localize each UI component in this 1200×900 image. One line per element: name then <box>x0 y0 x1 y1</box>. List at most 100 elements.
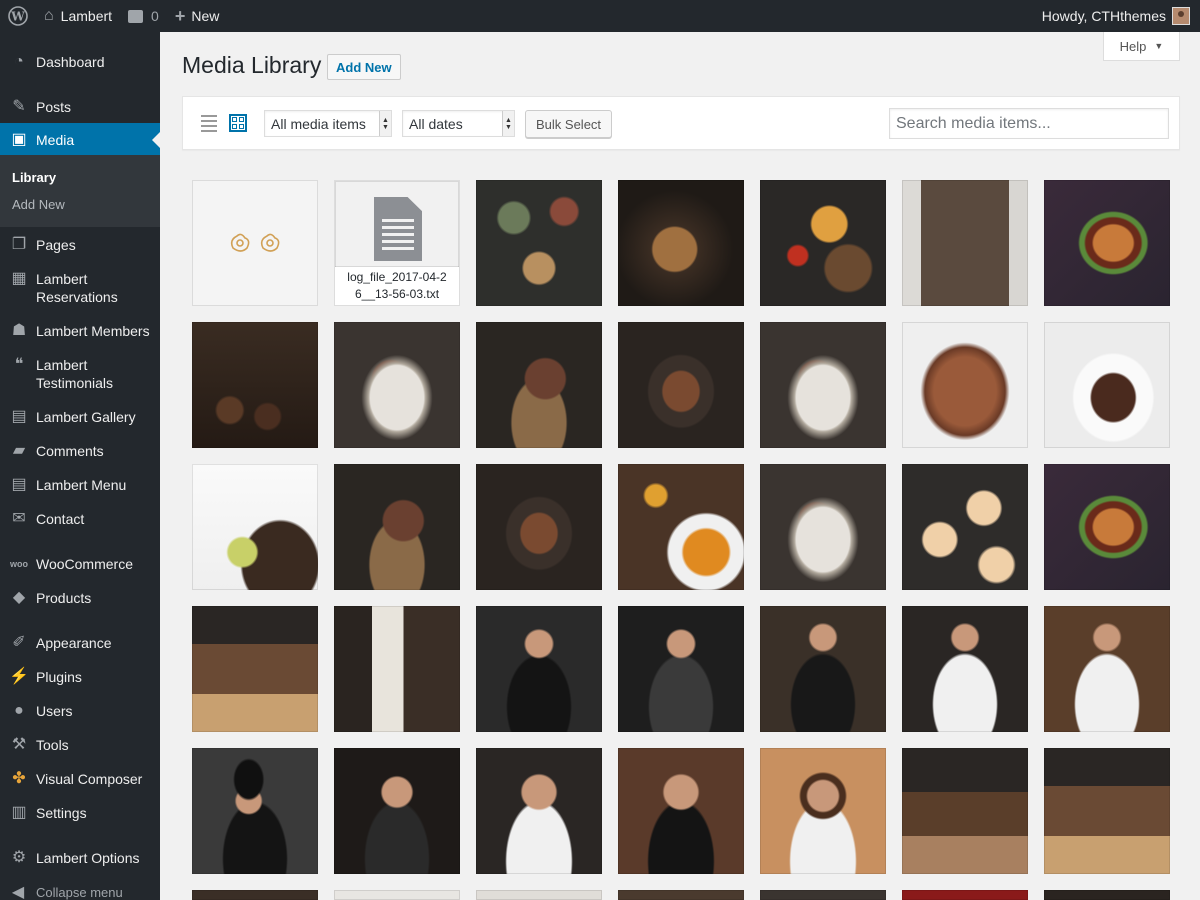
media-item-food-photo[interactable] <box>476 322 602 448</box>
list-view-icon[interactable] <box>201 115 217 132</box>
comments-link[interactable]: 0 <box>120 0 167 32</box>
media-item-restaurant-interior-photo[interactable] <box>1044 748 1170 874</box>
new-content-link[interactable]: + New <box>167 0 228 32</box>
sidebar-item-comments[interactable]: ▰ Comments <box>0 442 160 460</box>
document-icon <box>374 197 422 261</box>
dashboard-icon: ◔ <box>14 53 24 70</box>
greeting: Howdy, CTHthemes <box>1041 8 1166 24</box>
media-item-food-photo[interactable] <box>476 464 602 590</box>
media-item-logo[interactable] <box>192 180 318 306</box>
media-item-chef-portrait[interactable] <box>618 606 744 732</box>
media-item-food-photo[interactable] <box>334 322 460 448</box>
admin-sidebar: ◔ Dashboard ✎ Posts ▣ Media Library Add … <box>0 32 160 900</box>
sidebar-item-dashboard[interactable]: ◔ Dashboard <box>0 53 160 71</box>
wordpress-logo-icon[interactable]: W <box>0 0 36 32</box>
sidebar-item-settings[interactable]: ▥ Settings <box>0 804 160 822</box>
media-item-photo[interactable] <box>1044 890 1170 900</box>
sidebar-item-lambert-members[interactable]: ☗ Lambert Members <box>0 322 160 340</box>
sidebar-item-lambert-options[interactable]: ⚙ Lambert Options <box>0 849 160 867</box>
site-name: Lambert <box>60 8 113 24</box>
date-filter-value: All dates <box>409 115 463 132</box>
media-item-food-photo[interactable] <box>192 322 318 448</box>
sidebar-item-plugins[interactable]: ⚡ Plugins <box>0 668 160 686</box>
collapse-menu-button[interactable]: ◀ Collapse menu <box>0 882 160 900</box>
sidebar-item-visual-composer[interactable]: ✤ Visual Composer <box>0 770 160 788</box>
sidebar-item-tools[interactable]: ⚒ Tools <box>0 736 160 754</box>
media-item-restaurant-interior-photo[interactable] <box>192 606 318 732</box>
search-input[interactable] <box>889 108 1169 139</box>
plus-icon: + <box>174 5 186 26</box>
submenu-add-new[interactable]: Add New <box>12 197 65 212</box>
sidebar-item-posts[interactable]: ✎ Posts <box>0 98 160 116</box>
media-item-food-photo[interactable] <box>902 322 1028 448</box>
help-tab-button[interactable]: Help ▼ <box>1103 32 1180 61</box>
media-item-food-photo[interactable] <box>476 180 602 306</box>
pages-icon: ❐ <box>11 236 27 253</box>
media-item-food-photo[interactable] <box>760 322 886 448</box>
sidebar-item-media[interactable]: ▣ Media <box>0 123 160 157</box>
media-item-chef-portrait[interactable] <box>902 606 1028 732</box>
media-item-chef-portrait[interactable] <box>760 606 886 732</box>
submenu-library[interactable]: Library <box>12 170 56 185</box>
media-item-food-photo[interactable] <box>760 464 886 590</box>
media-item-food-photo[interactable] <box>902 180 1028 306</box>
sidebar-item-lambert-testimonials[interactable]: ❝ Lambert Testimonials <box>0 356 160 392</box>
media-item-food-photo[interactable] <box>760 180 886 306</box>
media-item-restaurant-interior-photo[interactable] <box>334 606 460 732</box>
media-item-chef-portrait[interactable] <box>1044 606 1170 732</box>
site-name-link[interactable]: ⌂ Lambert <box>36 0 120 32</box>
media-item-chef-portrait[interactable] <box>760 748 886 874</box>
sidebar-item-products[interactable]: ◆ Products <box>0 589 160 607</box>
media-item-photo[interactable] <box>476 890 602 900</box>
media-item-restaurant-interior-photo[interactable] <box>902 748 1028 874</box>
woocommerce-icon: woo <box>10 559 28 569</box>
pushpin-icon: ✎ <box>12 98 26 115</box>
bulk-select-button[interactable]: Bulk Select <box>525 110 613 138</box>
media-item-food-photo[interactable] <box>1044 464 1170 590</box>
sidebar-item-users[interactable]: ● Users <box>0 702 160 720</box>
media-item-food-photo[interactable] <box>192 464 318 590</box>
media-item-document[interactable]: log_file_2017-04-26__13-56-03.txt <box>334 180 460 306</box>
media-item-photo[interactable] <box>334 890 460 900</box>
sidebar-item-woocommerce[interactable]: woo WooCommerce <box>0 555 160 573</box>
sidebar-item-lambert-gallery[interactable]: ▤ Lambert Gallery <box>0 408 160 426</box>
media-item-chef-portrait[interactable] <box>476 606 602 732</box>
logo-thumbnail <box>230 233 280 252</box>
media-type-filter[interactable]: All media items ▲ ▼ <box>264 110 392 137</box>
wrench-icon: ⚒ <box>11 736 27 753</box>
home-icon: ⌂ <box>44 7 54 24</box>
media-item-chef-portrait[interactable] <box>334 748 460 874</box>
settings-icon: ▥ <box>11 804 27 821</box>
media-item-photo[interactable] <box>760 890 886 900</box>
media-icon: ▣ <box>11 131 27 148</box>
grid-view-icon[interactable] <box>229 114 247 132</box>
media-item-food-photo[interactable] <box>618 322 744 448</box>
dropdown-arrow-icon: ▲ ▼ <box>379 111 391 136</box>
media-item-food-photo[interactable] <box>1044 322 1170 448</box>
sidebar-item-appearance[interactable]: ✐ Appearance <box>0 634 160 652</box>
media-item-photo[interactable] <box>902 890 1028 900</box>
dropdown-arrow-icon: ▲ ▼ <box>502 111 514 136</box>
my-account-link[interactable]: Howdy, CTHthemes <box>1034 0 1200 32</box>
media-item-food-photo[interactable] <box>618 464 744 590</box>
new-label: New <box>191 8 220 24</box>
media-type-filter-value: All media items <box>271 115 366 132</box>
sidebar-item-pages[interactable]: ❐ Pages <box>0 236 160 254</box>
media-item-photo[interactable] <box>618 890 744 900</box>
media-item-chef-portrait[interactable] <box>618 748 744 874</box>
media-item-food-photo[interactable] <box>902 464 1028 590</box>
media-item-photo[interactable] <box>192 890 318 900</box>
media-item-food-photo[interactable] <box>1044 180 1170 306</box>
help-label: Help <box>1119 38 1147 54</box>
media-item-chef-portrait[interactable] <box>192 748 318 874</box>
sidebar-item-contact[interactable]: ✉ Contact <box>0 510 160 528</box>
sidebar-item-lambert-menu[interactable]: ▤ Lambert Menu <box>0 476 160 494</box>
add-new-button[interactable]: Add New <box>327 54 401 80</box>
visual-composer-icon: ✤ <box>12 770 26 787</box>
media-item-chef-portrait[interactable] <box>476 748 602 874</box>
media-item-food-photo[interactable] <box>334 464 460 590</box>
media-item-food-photo[interactable] <box>618 180 744 306</box>
sidebar-item-lambert-reservations[interactable]: ▦ Lambert Reservations <box>0 270 160 306</box>
date-filter[interactable]: All dates ▲ ▼ <box>402 110 515 137</box>
gallery-icon: ▤ <box>11 408 27 425</box>
